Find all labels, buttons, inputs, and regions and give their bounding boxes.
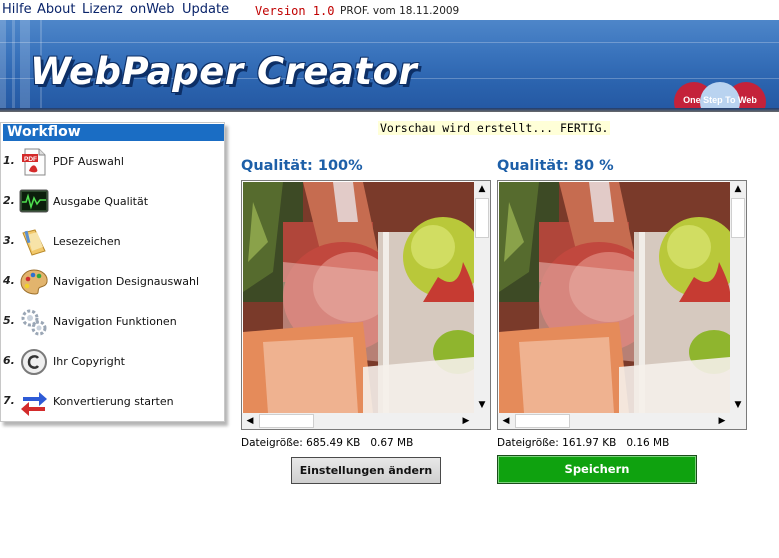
partner-logo-text: One Step To Web xyxy=(683,95,757,105)
workflow-item-ihr-copyright[interactable]: 6. Ihr Copyright xyxy=(1,345,224,381)
filesize-kb-left: Dateigröße: 685.49 KB xyxy=(241,437,361,449)
preview-image-left xyxy=(243,182,474,413)
step-number: 7. xyxy=(3,394,15,407)
workflow-item-pdf-auswahl[interactable]: 1. PDF PDF Auswahl xyxy=(1,145,224,181)
workflow-title: Workflow xyxy=(3,124,224,141)
save-button[interactable]: Speichern xyxy=(497,455,697,484)
bookmark-icon xyxy=(22,229,46,256)
status-message: Vorschau wird erstellt... FERTIG. xyxy=(378,121,611,135)
horizontal-scrollbar[interactable]: ◀ ▶ xyxy=(242,413,474,429)
workflow-item-label: Navigation Funktionen xyxy=(53,315,177,328)
step-number: 6. xyxy=(3,354,15,367)
workflow-item-konvertierung-starten[interactable]: 7. Konvertierung starten xyxy=(1,385,224,421)
copyright-icon xyxy=(21,349,47,375)
filesize-kb-right: Dateigröße: 161.97 KB xyxy=(497,437,617,449)
step-number: 4. xyxy=(3,274,15,287)
scroll-corner xyxy=(474,413,490,429)
convert-arrows-icon xyxy=(21,392,47,416)
workflow-item-label: Navigation Designauswahl xyxy=(53,275,200,288)
preview-image-right xyxy=(499,182,730,413)
quality-title-right: Qualität: 80 % xyxy=(497,158,614,174)
vertical-scrollbar[interactable]: ▲ ▼ xyxy=(474,181,490,413)
menu-about[interactable]: About xyxy=(37,2,75,17)
app-title-logo: WebPaper Creator xyxy=(30,50,418,93)
workflow-item-label: Ausgabe Qualität xyxy=(53,195,149,208)
menu-bar: Hilfe About Lizenz onWeb Update Version … xyxy=(0,0,779,20)
palette-icon xyxy=(20,269,48,295)
scroll-right-arrow-icon[interactable]: ▶ xyxy=(458,413,474,429)
scroll-down-arrow-icon[interactable]: ▼ xyxy=(730,397,746,413)
pdf-icon: PDF xyxy=(22,148,46,176)
workflow-item-lesezeichen[interactable]: 3. Lesezeichen xyxy=(1,225,224,261)
workflow-item-navigation-funktionen[interactable]: 5. Navigation Funktionen xyxy=(1,305,224,341)
workflow-item-ausgabe-qualitaet[interactable]: 2. Ausgabe Qualität xyxy=(1,185,224,221)
menu-hilfe[interactable]: Hilfe xyxy=(2,2,32,17)
scroll-left-arrow-icon[interactable]: ◀ xyxy=(242,413,258,429)
edition-info: PROF. vom 18.11.2009 xyxy=(340,5,460,17)
workflow-item-label: Lesezeichen xyxy=(53,235,121,248)
scroll-thumb[interactable] xyxy=(731,198,745,238)
filesize-mb-left: 0.67 MB xyxy=(370,437,414,449)
filesize-right: Dateigröße: 161.97 KB 0.16 MB xyxy=(497,437,669,449)
step-number: 5. xyxy=(3,314,15,327)
preview-right: ▲ ▼ ◀ ▶ xyxy=(497,180,747,430)
step-number: 2. xyxy=(3,194,15,207)
banner-divider xyxy=(0,108,779,112)
workflow-item-label: Konvertierung starten xyxy=(53,395,174,408)
menu-onweb[interactable]: onWeb xyxy=(130,2,175,17)
menu-update[interactable]: Update xyxy=(182,2,229,17)
vertical-scrollbar[interactable]: ▲ ▼ xyxy=(730,181,746,413)
one-step-to-web-logo: One Step To Web xyxy=(674,82,766,111)
gears-icon xyxy=(21,309,47,336)
change-settings-button[interactable]: Einstellungen ändern xyxy=(291,457,441,484)
scroll-down-arrow-icon[interactable]: ▼ xyxy=(474,397,490,413)
step-number: 1. xyxy=(3,154,15,167)
preview-left: ▲ ▼ ◀ ▶ xyxy=(241,180,491,430)
menu-lizenz[interactable]: Lizenz xyxy=(82,2,123,17)
scroll-thumb[interactable] xyxy=(515,414,570,428)
workflow-item-label: PDF Auswahl xyxy=(53,155,124,168)
step-number: 3. xyxy=(3,234,15,247)
app-banner: WebPaper Creator One Step To Web xyxy=(0,20,779,111)
scroll-up-arrow-icon[interactable]: ▲ xyxy=(730,181,746,197)
quality-title-left: Qualität: 100% xyxy=(241,158,363,174)
scroll-thumb[interactable] xyxy=(259,414,314,428)
workflow-panel: Workflow 1. PDF PDF Auswahl 2. Ausgabe Q… xyxy=(0,122,225,422)
monitor-chart-icon xyxy=(19,189,49,213)
filesize-mb-right: 0.16 MB xyxy=(626,437,670,449)
scroll-left-arrow-icon[interactable]: ◀ xyxy=(498,413,514,429)
version-label: Version 1.0 xyxy=(255,4,335,18)
scroll-right-arrow-icon[interactable]: ▶ xyxy=(714,413,730,429)
scroll-up-arrow-icon[interactable]: ▲ xyxy=(474,181,490,197)
filesize-left: Dateigröße: 685.49 KB 0.67 MB xyxy=(241,437,413,449)
scroll-corner xyxy=(730,413,746,429)
workflow-item-label: Ihr Copyright xyxy=(53,355,125,368)
svg-text:PDF: PDF xyxy=(24,156,37,163)
scroll-thumb[interactable] xyxy=(475,198,489,238)
horizontal-scrollbar[interactable]: ◀ ▶ xyxy=(498,413,730,429)
workflow-item-navigation-designauswahl[interactable]: 4. Navigation Designauswahl xyxy=(1,265,224,301)
